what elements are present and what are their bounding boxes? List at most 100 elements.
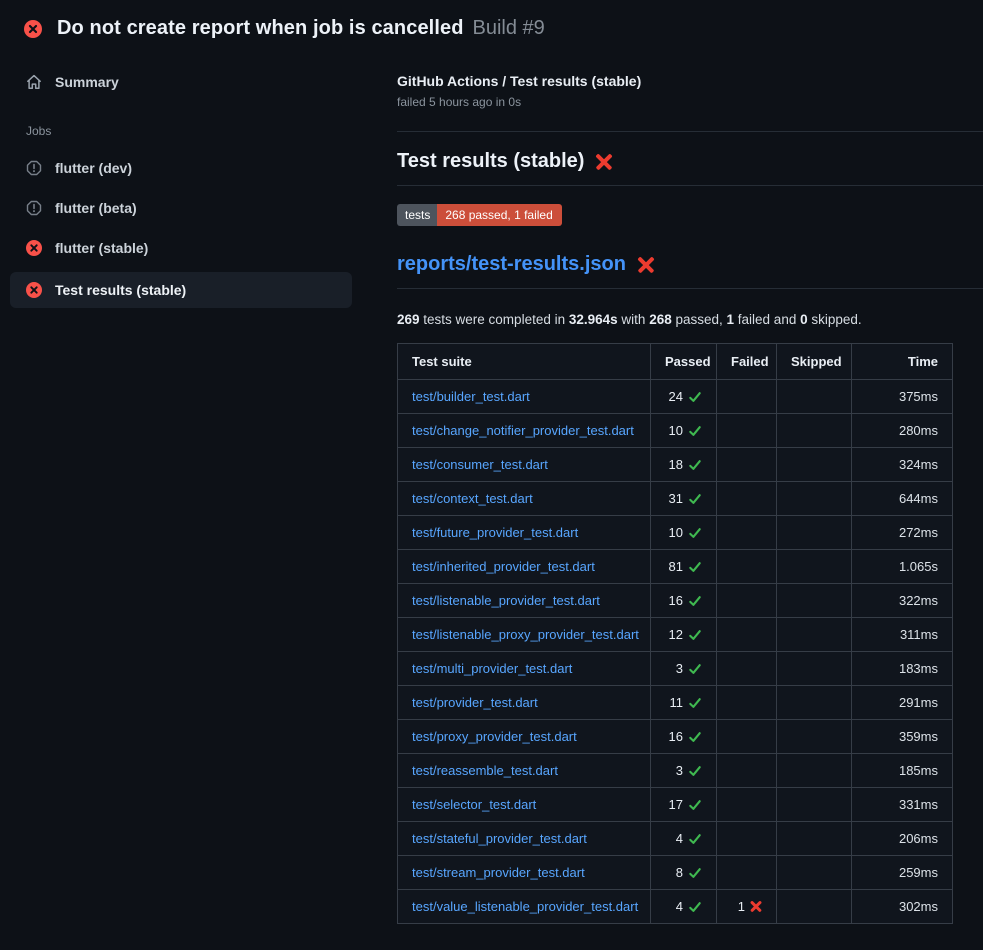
table-row: test/proxy_provider_test.dart16359ms [398, 720, 953, 754]
table-row: test/context_test.dart31644ms [398, 482, 953, 516]
table-header-row: Test suite Passed Failed Skipped Time [398, 344, 953, 380]
test-suite-link[interactable]: test/listenable_provider_test.dart [412, 593, 600, 608]
time-cell: 1.065s [852, 550, 953, 584]
check-icon [688, 832, 702, 846]
time-cell: 291ms [852, 686, 953, 720]
failed-cell [717, 720, 777, 754]
test-suite-link[interactable]: test/stream_provider_test.dart [412, 865, 585, 880]
test-suite-link[interactable]: test/context_test.dart [412, 491, 533, 506]
sidebar-item-test-results-stable[interactable]: Test results (stable) [10, 272, 352, 308]
x-circle-icon [26, 240, 42, 256]
test-suite-link[interactable]: test/inherited_provider_test.dart [412, 559, 595, 574]
sidebar-item-flutter-beta[interactable]: flutter (beta) [10, 192, 352, 224]
suite-cell: test/listenable_provider_test.dart [398, 584, 651, 618]
test-suite-link[interactable]: test/future_provider_test.dart [412, 525, 578, 540]
section-title: Test results (stable) [397, 150, 584, 173]
table-row: test/selector_test.dart17331ms [398, 788, 953, 822]
suite-cell: test/consumer_test.dart [398, 448, 651, 482]
failed-cell [717, 448, 777, 482]
test-suite-link[interactable]: test/provider_test.dart [412, 695, 538, 710]
failed-cell [717, 652, 777, 686]
test-suite-link[interactable]: test/selector_test.dart [412, 797, 536, 812]
failed-cell [717, 516, 777, 550]
column-header-test-suite: Test suite [398, 344, 651, 380]
test-suite-link[interactable]: test/reassemble_test.dart [412, 763, 558, 778]
check-icon [688, 390, 702, 404]
failed-cell [717, 482, 777, 516]
x-icon [637, 256, 655, 274]
passed-cell: 81 [651, 550, 717, 584]
check-run-header: Do not create report when job is cancell… [0, 0, 983, 54]
run-status-line: failed 5 hours ago in 0s [397, 95, 983, 109]
test-summary-line: 269 tests were completed in 32.964s with… [397, 312, 983, 327]
table-row: test/multi_provider_test.dart3183ms [398, 652, 953, 686]
test-suite-link[interactable]: test/stateful_provider_test.dart [412, 831, 587, 846]
test-suite-link[interactable]: test/builder_test.dart [412, 389, 530, 404]
skipped-cell [777, 516, 852, 550]
total-tests-count: 269 [397, 312, 420, 327]
passed-cell: 31 [651, 482, 717, 516]
test-suite-link[interactable]: test/value_listenable_provider_test.dart [412, 899, 638, 914]
x-icon [750, 901, 762, 913]
test-results-table: Test suite Passed Failed Skipped Time te… [397, 343, 953, 924]
test-suite-link[interactable]: test/change_notifier_provider_test.dart [412, 423, 634, 438]
time-cell: 272ms [852, 516, 953, 550]
failed-cell [717, 550, 777, 584]
report-file-link[interactable]: reports/test-results.json [397, 253, 626, 276]
suite-cell: test/proxy_provider_test.dart [398, 720, 651, 754]
table-row: test/change_notifier_provider_test.dart1… [398, 414, 953, 448]
test-suite-link[interactable]: test/proxy_provider_test.dart [412, 729, 577, 744]
skipped-cell [777, 414, 852, 448]
table-row: test/value_listenable_provider_test.dart… [398, 890, 953, 924]
x-circle-icon [26, 282, 42, 298]
passed-count: 268 [649, 312, 672, 327]
table-row: test/provider_test.dart11291ms [398, 686, 953, 720]
skipped-cell [777, 380, 852, 414]
check-icon [688, 492, 702, 506]
results-table-body: test/builder_test.dart24375mstest/change… [398, 380, 953, 924]
test-suite-link[interactable]: test/multi_provider_test.dart [412, 661, 572, 676]
time-cell: 331ms [852, 788, 953, 822]
suite-cell: test/stateful_provider_test.dart [398, 822, 651, 856]
suite-cell: test/provider_test.dart [398, 686, 651, 720]
suite-cell: test/selector_test.dart [398, 788, 651, 822]
badge-value: 268 passed, 1 failed [437, 204, 561, 226]
column-header-failed: Failed [717, 344, 777, 380]
table-row: test/inherited_provider_test.dart 81 1.065… [398, 550, 953, 584]
check-icon [688, 662, 702, 676]
summary-text: failed and [734, 312, 800, 327]
sidebar: Summary Jobs flutter (dev) flut [10, 54, 352, 316]
test-suite-link[interactable]: test/consumer_test.dart [412, 457, 548, 472]
failed-cell [717, 856, 777, 890]
check-icon [688, 900, 702, 914]
time-cell: 375ms [852, 380, 953, 414]
failed-cell [717, 414, 777, 448]
summary-text: with [618, 312, 650, 327]
suite-cell: test/listenable_proxy_provider_test.dart [398, 618, 651, 652]
main-content: GitHub Actions / Test results (stable) f… [352, 54, 983, 924]
column-header-skipped: Skipped [777, 344, 852, 380]
sidebar-item-flutter-dev[interactable]: flutter (dev) [10, 152, 352, 184]
failed-cell [717, 584, 777, 618]
passed-cell: 4 [651, 822, 717, 856]
time-cell: 183ms [852, 652, 953, 686]
passed-cell: 18 [651, 448, 717, 482]
failed-count: 1 [727, 312, 735, 327]
table-row: test/stream_provider_test.dart8259ms [398, 856, 953, 890]
check-icon [688, 730, 702, 744]
stop-icon [26, 200, 42, 216]
failed-cell: 1 [717, 890, 777, 924]
passed-cell: 3 [651, 754, 717, 788]
badge-label: tests [397, 204, 437, 226]
skipped-cell [777, 788, 852, 822]
passed-cell: 8 [651, 856, 717, 890]
skipped-cell [777, 482, 852, 516]
suite-cell: test/reassemble_test.dart [398, 754, 651, 788]
failed-cell [717, 822, 777, 856]
test-suite-link[interactable]: test/listenable_proxy_provider_test.dart [412, 627, 639, 642]
check-icon [688, 696, 702, 710]
time-cell: 302ms [852, 890, 953, 924]
build-number: Build #9 [473, 17, 545, 40]
sidebar-item-flutter-stable[interactable]: flutter (stable) [10, 232, 352, 264]
sidebar-item-summary[interactable]: Summary [10, 66, 352, 98]
